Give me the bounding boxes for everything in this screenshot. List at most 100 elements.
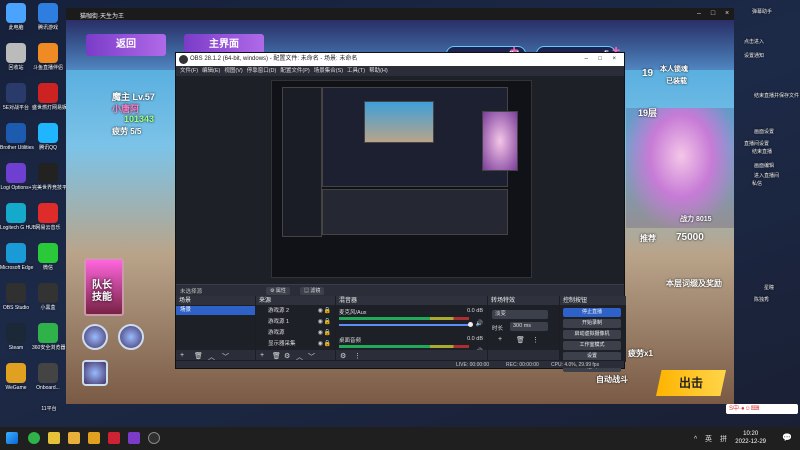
desktop-right-label[interactable]: 结束直播 [752,148,772,155]
add-scene-icon[interactable]: + [180,352,184,359]
desktop-icon[interactable]: OBS Studio [0,280,32,320]
taskbar-app-icon[interactable] [128,432,140,444]
lock-icon[interactable]: 🔒 [324,317,331,328]
auto-battle-toggle[interactable]: 自动战斗 [596,374,628,385]
taskbar-app-icon[interactable] [48,432,60,444]
desktop-icon[interactable]: 小黑盒 [32,280,64,320]
desktop-right-label[interactable]: 陈独秀 [754,296,769,303]
notification-icon[interactable]: 💬 [782,433,792,442]
taskbar-app-icon[interactable] [88,432,100,444]
gear-icon[interactable] [118,324,144,350]
minimize-icon[interactable]: – [694,9,704,19]
control-button[interactable]: 开始录制 [563,319,621,328]
desktop-right-label[interactable]: 直播间设置 [744,140,769,147]
control-button[interactable]: 启动虚拟摄像机 [563,330,621,339]
control-button[interactable]: 停止直播 [563,308,621,317]
filters-button[interactable]: ▤ 滤镜 [300,287,325,295]
remove-scene-icon[interactable]: 🗑 [194,352,203,360]
desktop-icon[interactable]: 网易云音乐 [32,200,64,240]
clock[interactable]: 10:20 2022-12-29 [735,430,766,446]
go-button[interactable]: 出击 [656,370,726,396]
lock-icon[interactable]: 🔒 [324,339,331,350]
desktop-right-label[interactable]: 结束直播并保存文件 [754,92,799,99]
mail-icon[interactable] [82,324,108,350]
obs-preview-area[interactable] [176,76,624,284]
desktop-icon[interactable]: Steam [0,320,32,360]
desktop-right-label[interactable]: 进入直播间 [754,172,779,179]
add-transition-icon[interactable]: + [498,336,502,343]
menu-item[interactable]: 编辑(E) [198,66,220,76]
desktop-icon[interactable]: 完美世界竞技平台 [32,160,72,200]
duration-input[interactable]: 300 ms [510,322,548,331]
visibility-eye-icon[interactable]: ◉ [318,306,323,317]
menu-item[interactable]: 视图(V) [220,66,242,76]
ime-toolbar[interactable]: S中·●☺⌨ [726,404,798,414]
desktop-icon[interactable]: 腾讯QQ [32,120,64,160]
control-button[interactable]: 工作室模式 [563,341,621,350]
desktop-icon[interactable]: 腾讯游戏 [32,0,64,40]
taskbar-app-icon[interactable] [68,432,80,444]
desktop-right-label[interactable]: 画面设置 [754,128,774,135]
desktop-right-label[interactable]: 私信 [752,180,762,187]
taskbar-app-icon[interactable] [28,432,40,444]
desktop-icon-11platform[interactable]: 11平台 [33,392,65,432]
desktop-icon[interactable]: 5E对战平台 [0,80,32,120]
desktop-right-label[interactable]: 星瞳 [764,284,774,291]
source-settings-icon[interactable]: ⚙ [284,352,290,360]
mixer-menu-icon[interactable]: ⋮ [354,352,361,360]
mute-icon[interactable]: 🔊 [476,320,483,327]
obs-maximize-icon[interactable]: □ [598,53,602,66]
menu-item[interactable]: 配置文件(P) [276,66,309,76]
back-button[interactable]: 返回 [86,34,166,56]
properties-button[interactable]: ⚙ 属性 [266,287,290,295]
visibility-eye-icon[interactable]: ◉ [318,317,323,328]
desktop-icon[interactable]: 微信 [32,240,64,280]
mixer-settings-icon[interactable]: ⚙ [340,352,346,360]
system-tray[interactable]: ^ 英 拼 [694,434,730,444]
desktop-icon[interactable]: 盛世燃灯网易娱乐 [32,80,72,120]
source-item[interactable]: 游戏源 ◉ 🔒 [256,328,335,339]
remove-source-icon[interactable]: 🗑 [272,352,281,360]
close-icon[interactable]: × [722,9,732,19]
add-source-icon[interactable]: + [260,352,264,359]
scene-item[interactable]: 场景 [176,306,255,315]
visibility-eye-icon[interactable]: ◉ [318,328,323,339]
volume-slider[interactable] [339,324,469,326]
obs-minimize-icon[interactable]: – [585,53,588,66]
transition-select[interactable]: 淡变 [492,310,548,319]
desktop-icon[interactable]: Microsoft Edge [0,240,33,280]
chat-icon[interactable] [82,360,108,386]
desktop-right-label[interactable]: 弹幕助手 [752,8,772,15]
lock-icon[interactable]: 🔒 [324,328,331,339]
visibility-eye-icon[interactable]: ◉ [318,339,323,350]
taskbar-app-icon[interactable] [108,432,120,444]
desktop-icon[interactable]: 斗鱼直播伴侣 [32,40,64,80]
desktop-right-label[interactable]: 画面编辑 [754,162,774,169]
source-item[interactable]: 显示器采集 ◉ 🔒 [256,339,335,350]
desktop-icon[interactable]: Brother Utilities [0,120,34,160]
desktop-icon[interactable]: Logitech G HUB [0,200,36,240]
desktop-right-label[interactable]: 点击进入 [744,38,764,45]
obs-close-icon[interactable]: × [612,53,616,66]
desktop-icon[interactable]: 回收站 [0,40,32,80]
start-icon[interactable] [6,432,18,444]
obs-window[interactable]: OBS 28.1.2 (64-bit, windows) - 配置文件: 未命名… [175,52,626,372]
source-item[interactable]: 游戏源 1 ◉ 🔒 [256,317,335,328]
menu-item[interactable]: 停靠窗口(D) [243,66,277,76]
lock-icon[interactable]: 🔒 [324,306,331,317]
desktop-icon[interactable]: 360安全浏览器 [32,320,65,360]
maximize-icon[interactable]: □ [708,9,718,19]
menu-item[interactable]: 帮助(H) [365,66,388,76]
desktop-icon[interactable]: Logi Options+ [0,160,32,200]
taskbar-obs-icon[interactable] [148,432,160,444]
menu-item[interactable]: 场景集合(S) [310,66,343,76]
source-item[interactable]: 游戏源 2 ◉ 🔒 [256,306,335,317]
volume-knob[interactable] [468,322,473,327]
desktop-icon[interactable]: WeGame [0,360,32,400]
transition-menu-icon[interactable]: ⋮ [532,336,539,344]
desktop-right-label[interactable]: 设置通知 [744,52,764,59]
remove-transition-icon[interactable]: 🗑 [516,336,525,344]
desktop-icon[interactable]: 此电脑 [0,0,32,40]
menu-item[interactable]: 文件(F) [176,66,198,76]
menu-item[interactable]: 工具(T) [343,66,365,76]
